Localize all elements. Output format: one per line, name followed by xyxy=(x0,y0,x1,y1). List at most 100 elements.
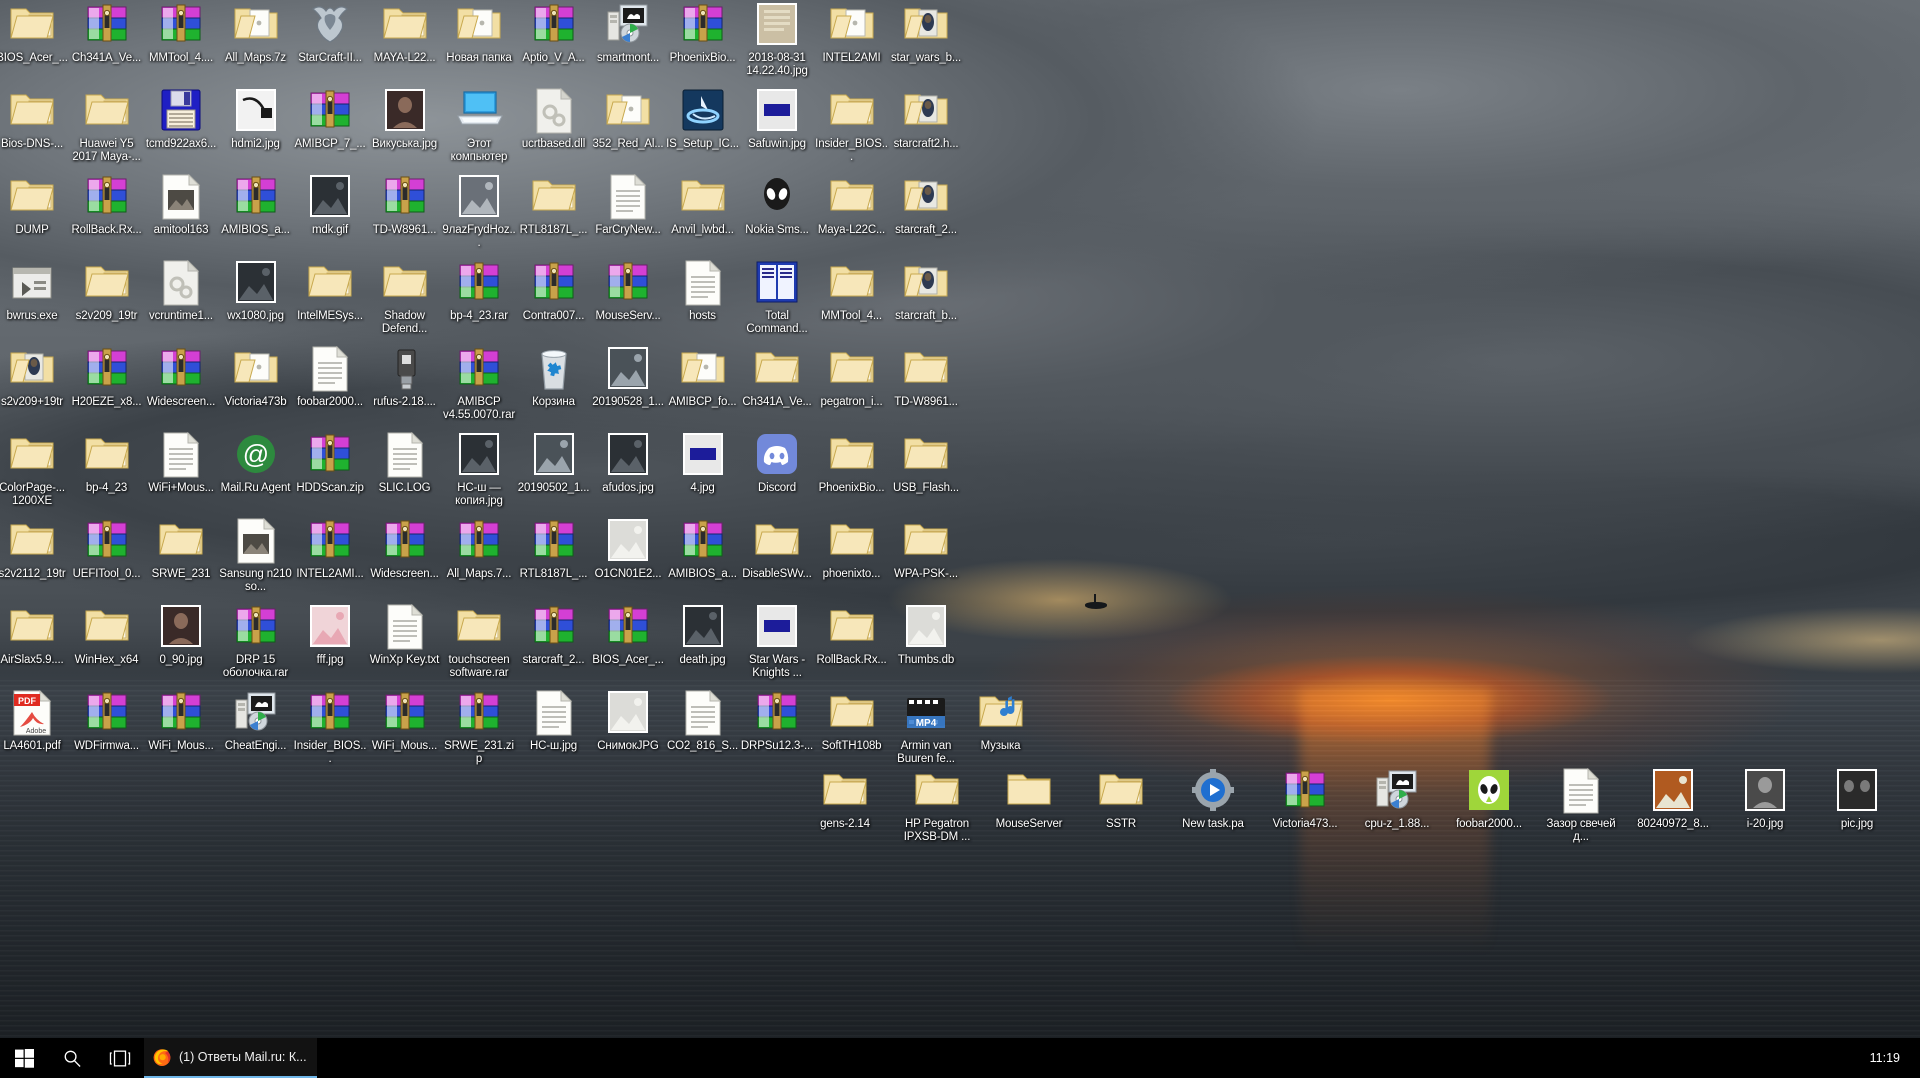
desktop-icon[interactable]: СнимокJPG xyxy=(591,690,665,753)
desktop-icon[interactable]: WiFi+Mous... xyxy=(144,431,218,495)
desktop-icon[interactable]: DUMP xyxy=(0,174,69,237)
desktop-icon[interactable]: Star Wars - Knights ... xyxy=(740,604,814,679)
desktop-icon[interactable]: Total Command... xyxy=(740,260,814,335)
desktop-icon[interactable]: amitool163 xyxy=(144,173,218,237)
desktop-icon[interactable]: Huawei Y5 2017 Maya-... xyxy=(70,88,144,163)
desktop-icon[interactable]: wx1080.jpg xyxy=(219,260,293,323)
desktop-icon[interactable]: Discord xyxy=(740,432,814,495)
desktop-icon[interactable]: Insider_BIOS... xyxy=(293,690,367,765)
desktop-icon[interactable]: FarCryNew... xyxy=(591,173,665,237)
desktop-icon[interactable]: Викуська.jpg xyxy=(368,88,442,151)
desktop-icon[interactable]: afudos.jpg xyxy=(591,432,665,495)
desktop-icon[interactable]: MouseServer xyxy=(992,768,1066,831)
desktop-icon[interactable]: cpu-z_1.88... xyxy=(1360,768,1434,831)
desktop-icon[interactable]: fff.jpg xyxy=(293,604,367,667)
desktop-icon[interactable]: AMIBCP v4.55.0070.rar xyxy=(442,346,516,421)
desktop-icon[interactable]: bp-4_23 xyxy=(70,432,144,495)
desktop-icon[interactable]: IntelMESys... xyxy=(293,260,367,323)
desktop-icon[interactable]: 20190502_1... xyxy=(517,432,591,495)
desktop-icon[interactable]: tcmd922ax6... xyxy=(144,88,218,151)
desktop-icon[interactable]: USB_Flash... xyxy=(889,432,963,495)
desktop-icon[interactable]: SRWE_231 xyxy=(144,518,218,581)
desktop-icon[interactable]: Aptio_V_A... xyxy=(517,2,591,65)
desktop-icon[interactable]: Safuwin.jpg xyxy=(740,88,814,151)
desktop-icon[interactable]: WDFirmwa... xyxy=(70,690,144,753)
desktop-icon[interactable]: s2v2112_19tr xyxy=(0,518,69,581)
desktop-icon[interactable]: Victoria473... xyxy=(1268,768,1342,831)
desktop-icon[interactable]: Contra007... xyxy=(517,260,591,323)
desktop-icon[interactable]: RTL8187L_... xyxy=(517,518,591,581)
desktop-icon[interactable]: Insider_BIOS... xyxy=(815,88,889,163)
desktop-icon[interactable]: UEFITool_0... xyxy=(70,518,144,581)
desktop-icon[interactable]: SoftTH108b xyxy=(815,690,889,753)
desktop-icon[interactable]: i-20.jpg xyxy=(1728,768,1802,831)
desktop-icon[interactable]: Widescreen... xyxy=(144,346,218,409)
desktop-icon[interactable]: 2018-08-31 14.22.40.jpg xyxy=(740,2,814,77)
desktop-icon[interactable]: death.jpg xyxy=(666,604,740,667)
desktop-icon[interactable]: 0_90.jpg xyxy=(144,604,218,667)
desktop-icon[interactable]: IS_Setup_IC... xyxy=(666,88,740,151)
desktop-icon[interactable]: INTEL2AMI... xyxy=(293,518,367,581)
desktop-icon[interactable]: starcraft_2... xyxy=(889,174,963,237)
desktop-icon[interactable]: MMTool_4... xyxy=(815,260,889,323)
desktop-icon[interactable]: pegatron_i... xyxy=(815,346,889,409)
desktop-icon[interactable]: Новая папка xyxy=(442,2,516,65)
taskbar-window-firefox[interactable]: (1) Ответы Mail.ru: К... xyxy=(144,1038,317,1078)
desktop-icon[interactable]: hdmi2.jpg xyxy=(219,88,293,151)
desktop-icon[interactable]: AMIBIOS_a... xyxy=(666,518,740,581)
desktop-icon[interactable]: DisableSWv... xyxy=(740,518,814,581)
start-button[interactable] xyxy=(0,1038,48,1078)
desktop-icon[interactable]: AMIBCP_7_... xyxy=(293,88,367,151)
desktop-icon[interactable]: 9лаzFrydHoz... xyxy=(442,174,516,249)
desktop-icon[interactable]: s2v209_19tr xyxy=(70,260,144,323)
desktop-icon[interactable]: StarCraft-II... xyxy=(293,2,367,65)
desktop-icon[interactable]: AirSlax5.9.... xyxy=(0,604,69,667)
desktop-icon[interactable]: touchscreen software.rar xyxy=(442,604,516,679)
desktop-icon[interactable]: bwrus.exe xyxy=(0,260,69,323)
desktop-icon[interactable]: O1CN01E2... xyxy=(591,518,665,581)
desktop-icon[interactable]: CheatEngi... xyxy=(219,690,293,753)
desktop-icon[interactable]: MP4 Armin van Buuren fe... xyxy=(889,690,963,765)
desktop-icon[interactable]: All_Maps.7... xyxy=(442,518,516,581)
desktop-icon[interactable]: bp-4_23.rar xyxy=(442,260,516,323)
desktop-icon[interactable]: starcraft2.h... xyxy=(889,88,963,151)
desktop-icon[interactable]: ColorPage-... 1200XE xyxy=(0,432,69,507)
desktop-icon[interactable]: DRP 15 оболочка.rar xyxy=(219,604,293,679)
desktop-icon[interactable]: mdk.gif xyxy=(293,174,367,237)
desktop-icon[interactable]: H20EZE_x8... xyxy=(70,346,144,409)
desktop-icon[interactable]: HC-ш.jpg xyxy=(517,689,591,753)
desktop-icon[interactable]: foobar2000... xyxy=(1452,768,1526,831)
desktop-icon[interactable]: 80240972_8... xyxy=(1636,768,1710,831)
desktop-icon[interactable]: WinHex_x64 xyxy=(70,604,144,667)
desktop-icon[interactable]: starcraft_2... xyxy=(517,604,591,667)
desktop-icon[interactable]: BIOS_Acer_... xyxy=(0,2,69,65)
desktop-icon[interactable]: Maya-L22C... xyxy=(815,174,889,237)
desktop-icon[interactable]: BIOS_Acer_... xyxy=(591,604,665,667)
desktop-icon[interactable]: AMIBCP_fo... xyxy=(666,346,740,409)
desktop-icon[interactable]: Victoria473b xyxy=(219,346,293,409)
desktop-icon[interactable]: gens-2.14 xyxy=(808,768,882,831)
desktop-icon[interactable]: Ch341A_Ve... xyxy=(740,346,814,409)
desktop-icon[interactable]: s2v209+19tr xyxy=(0,346,69,409)
desktop-icon[interactable]: INTEL2AMI xyxy=(815,2,889,65)
desktop-icon[interactable]: rufus-2.18.... xyxy=(368,346,442,409)
desktop-icon[interactable]: WPA-PSK-... xyxy=(889,518,963,581)
desktop-icon[interactable]: Корзина xyxy=(517,346,591,409)
desktop-icon[interactable]: WiFi_Mous... xyxy=(144,690,218,753)
desktop-icon[interactable]: TD-W8961... xyxy=(889,346,963,409)
desktop-icon[interactable]: hosts xyxy=(666,259,740,323)
desktop-icon[interactable]: Музыка xyxy=(964,690,1038,753)
desktop-icon[interactable]: RollBack.Rx... xyxy=(815,604,889,667)
desktop-icon[interactable]: Nokia Sms... xyxy=(740,174,814,237)
task-view-button[interactable] xyxy=(96,1038,144,1078)
desktop-icon[interactable]: MAYA-L22... xyxy=(368,2,442,65)
desktop-icon[interactable]: Shadow Defend... xyxy=(368,260,442,335)
desktop-icon[interactable]: Bios-DNS-... xyxy=(0,88,69,151)
desktop-icon[interactable]: phoenixto... xyxy=(815,518,889,581)
desktop-icon[interactable]: Sansung n210 so... xyxy=(219,517,293,593)
desktop-icon[interactable]: HP Pegatron IPXSB-DM ... xyxy=(900,768,974,843)
desktop-icon[interactable]: RTL8187L_... xyxy=(517,174,591,237)
desktop-icon[interactable]: ucrtbased.dll xyxy=(517,87,591,151)
desktop-icon[interactable]: RollBack.Rx... xyxy=(70,174,144,237)
desktop-icon[interactable]: WiFi_Mous... xyxy=(368,690,442,753)
